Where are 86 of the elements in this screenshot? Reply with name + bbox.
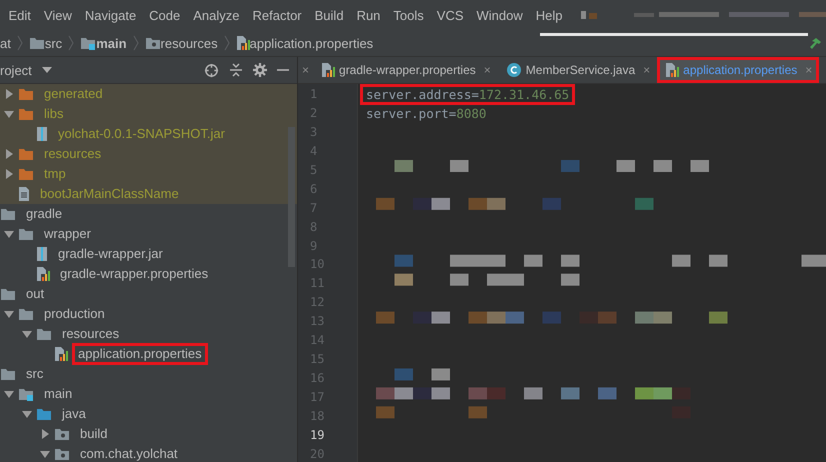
folder-icon [36, 407, 52, 421]
menu-item[interactable]: Refactor [246, 8, 308, 22]
tree-item[interactable]: wrapper [38, 223, 97, 245]
menu-item[interactable]: Help [529, 8, 570, 22]
tree-item[interactable]: src [20, 363, 50, 385]
caret-icon [42, 67, 52, 73]
archive-file-icon [36, 126, 48, 142]
collapsed-arrow-icon[interactable] [4, 149, 14, 159]
tree-item[interactable]: tmp [38, 163, 72, 185]
menu-item[interactable]: Code [142, 8, 187, 22]
text-file-icon [18, 186, 30, 202]
tree-item[interactable]: gradle [20, 203, 68, 225]
collapsed-arrow-icon[interactable] [4, 89, 14, 99]
folder-icon [0, 207, 16, 221]
menu-item[interactable]: Window [470, 8, 530, 22]
tree-item[interactable]: com.chat.yolchat [74, 443, 184, 462]
editor-tab[interactable]: gradle-wrapper.properties × [313, 57, 498, 83]
breadcrumb-item[interactable]: at [0, 36, 17, 50]
menu-item[interactable]: VCS [430, 8, 470, 22]
menu-item[interactable]: Run [350, 8, 387, 22]
chevron-separator-icon [68, 35, 74, 51]
properties-file-icon [54, 346, 68, 362]
collapsed-arrow-icon[interactable] [4, 169, 14, 179]
breadcrumb-item[interactable]: main [96, 36, 133, 50]
tree-item[interactable]: application.properties [72, 343, 208, 365]
folder-icon [18, 307, 34, 321]
editor-tab[interactable]: application.properties × [657, 57, 820, 83]
folder-icon [54, 427, 70, 441]
chevron-separator-icon [132, 35, 139, 51]
folder-icon [18, 167, 34, 181]
menu-item[interactable]: Navigate [78, 8, 143, 22]
close-tab-button[interactable]: × [639, 63, 654, 77]
properties-file-icon [36, 266, 50, 282]
chevron-separator-icon [16, 35, 23, 51]
tree-item[interactable]: production [38, 303, 111, 325]
folder-icon [80, 36, 96, 50]
archive-file-icon [36, 246, 48, 262]
settings-icon[interactable] [253, 63, 267, 77]
collapse-all-icon[interactable] [229, 63, 243, 77]
locate-icon[interactable] [204, 62, 219, 78]
tree-item[interactable]: gradle-wrapper.properties [54, 263, 214, 285]
menu-item[interactable]: View [37, 8, 78, 22]
expanded-arrow-icon[interactable] [4, 109, 14, 119]
collapsed-arrow-icon[interactable] [40, 429, 50, 439]
line-number: 19 [309, 426, 326, 444]
project-view-selector[interactable]: roject [0, 62, 52, 78]
expanded-arrow-icon[interactable] [40, 449, 50, 459]
folder-icon [18, 147, 34, 161]
expanded-arrow-icon[interactable] [4, 229, 14, 239]
properties-file-icon [665, 62, 680, 78]
tree-item[interactable]: build [74, 423, 114, 445]
close-tab-button[interactable]: × [480, 63, 495, 77]
tree-item[interactable]: out [20, 283, 50, 305]
code-line: server.port=8080 [365, 104, 488, 123]
tree-item[interactable]: java [56, 403, 92, 425]
folder-icon [18, 107, 34, 121]
breadcrumb-item[interactable]: resources [160, 36, 224, 50]
properties-file-icon [321, 62, 336, 78]
folder-icon [18, 227, 34, 241]
chevron-separator-icon [224, 35, 230, 51]
tree-item[interactable]: main [38, 383, 78, 405]
class-icon [506, 62, 522, 78]
properties-file-icon [236, 35, 250, 51]
breadcrumb-item[interactable]: src [44, 36, 68, 50]
folder-icon [18, 87, 34, 101]
breadcrumb-item[interactable]: application.properties [250, 36, 380, 50]
folder-icon [144, 36, 161, 50]
hammer-icon[interactable] [810, 37, 824, 51]
expanded-arrow-icon[interactable] [22, 409, 32, 419]
expanded-arrow-icon[interactable] [4, 309, 14, 319]
close-tab-button[interactable]: × [298, 57, 314, 83]
editor-tab[interactable]: MemberService.java × [498, 57, 658, 83]
folder-icon [36, 327, 52, 341]
folder-icon [28, 36, 45, 50]
tree-item[interactable]: resources [56, 323, 126, 345]
menu-item[interactable]: Build [308, 8, 350, 22]
folder-icon [0, 367, 16, 381]
menu-item[interactable]: Tools [386, 8, 430, 22]
expanded-arrow-icon[interactable] [22, 329, 32, 339]
menu-item[interactable]: Analyze [186, 8, 246, 22]
tree-item[interactable]: libs [38, 103, 70, 125]
folder-icon [0, 287, 16, 301]
expanded-arrow-icon[interactable] [4, 389, 14, 399]
tree-item[interactable]: gradle-wrapper.jar [52, 243, 169, 265]
folder-icon [18, 387, 34, 401]
menu-item[interactable]: Edit [2, 8, 38, 22]
